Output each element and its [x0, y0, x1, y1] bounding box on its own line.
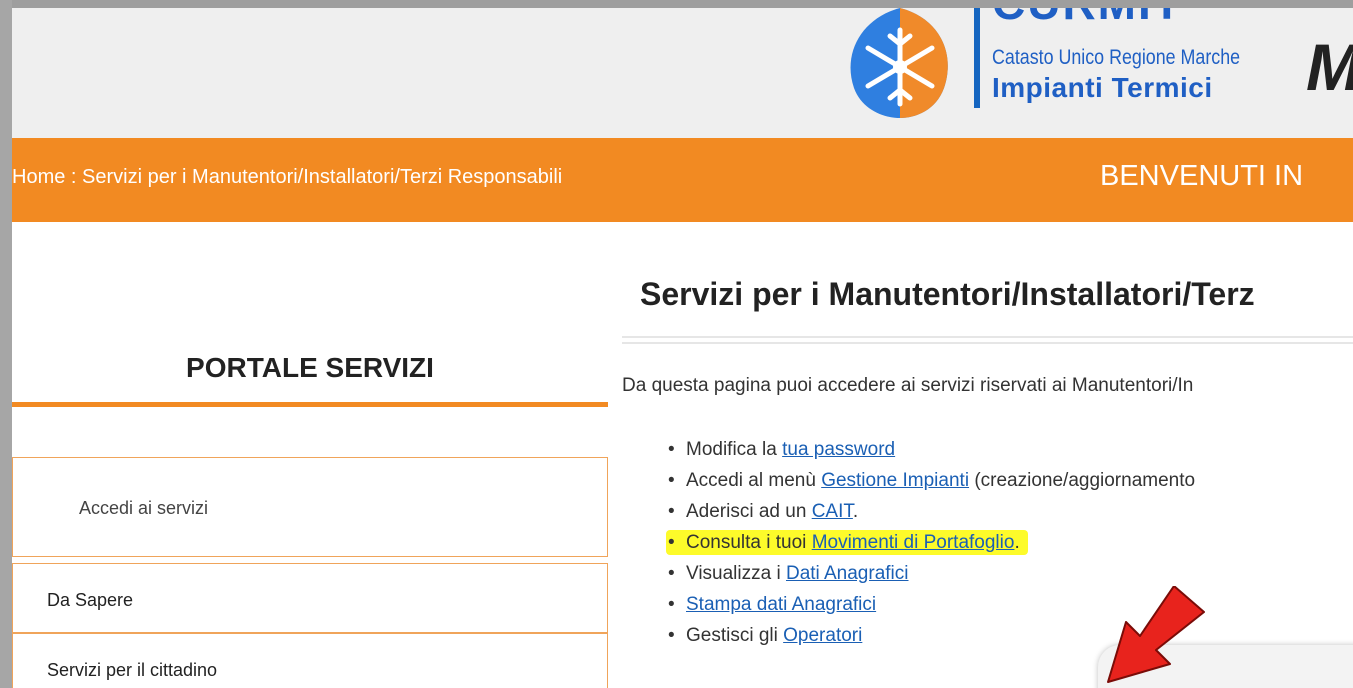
stampa-dati-anagrafici-link[interactable]: Stampa dati Anagrafici: [686, 594, 876, 615]
logo-subtitle-line1: Catasto Unico Regione Marche: [992, 46, 1241, 69]
window-frame-top: [0, 0, 1353, 8]
breadcrumb-home-link[interactable]: Home: [12, 166, 65, 188]
change-password-link[interactable]: tua password: [782, 439, 895, 460]
nav-bar: Home : Servizi per i Manutentori/Install…: [12, 138, 1353, 222]
welcome-banner: BENVENUTI IN: [1100, 160, 1304, 192]
logo-subtitle-line2: Impianti Termici: [992, 72, 1213, 103]
sidebar-title-underline: [12, 402, 608, 407]
list-item: Aderisci ad un CAIT.: [668, 500, 1195, 531]
logo-divider: [974, 8, 980, 108]
window-frame-left: [0, 0, 12, 688]
red-arrow-down-left-icon: [1107, 586, 1205, 683]
sidebar-title: PORTALE SERVIZI: [186, 352, 434, 383]
breadcrumb-separator: :: [65, 166, 83, 188]
access-services-button[interactable]: Accedi ai servizi: [12, 457, 608, 557]
site-header: CURMIT Catasto Unico Regione Marche Impi…: [12, 8, 1353, 148]
snowflake-flame-logo-icon: [850, 8, 948, 118]
sidebar-item-label: Servizi per il cittadino: [47, 660, 218, 680]
page-title: Servizi per i Manutentori/Installatori/T…: [640, 276, 1255, 312]
operatori-link[interactable]: Operatori: [783, 625, 862, 646]
sidebar-item-da-sapere[interactable]: Da Sapere: [12, 563, 608, 633]
access-services-label: Accedi ai servizi: [79, 498, 209, 518]
gestione-impianti-link[interactable]: Gestione Impianti: [821, 470, 969, 491]
movimenti-portafoglio-link[interactable]: Movimenti di Portafoglio: [812, 532, 1015, 553]
sidebar-item-servizi-cittadino[interactable]: Servizi per il cittadino: [12, 633, 608, 688]
breadcrumb: Home : Servizi per i Manutentori/Install…: [12, 166, 562, 189]
list-item: Accedi al menù Gestione Impianti (creazi…: [668, 469, 1195, 500]
intro-text: Da questa pagina puoi accedere ai serviz…: [622, 375, 1194, 396]
cait-link[interactable]: CAIT: [812, 501, 853, 522]
logo-acronym: CURMIT: [992, 8, 1252, 28]
list-item-highlighted: Consulta i tuoi Movimenti di Portafoglio…: [666, 530, 1195, 562]
title-divider: [622, 336, 1353, 344]
list-item: Modifica la tua password: [668, 438, 1195, 469]
breadcrumb-current: Servizi per i Manutentori/Installatori/T…: [82, 166, 563, 188]
dati-anagrafici-link[interactable]: Dati Anagrafici: [786, 563, 909, 584]
highlight-marker: Consulta i tuoi Movimenti di Portafoglio…: [666, 530, 1028, 555]
sidebar-item-label: Da Sapere: [47, 590, 134, 610]
region-logo-letter: M: [1306, 34, 1353, 100]
